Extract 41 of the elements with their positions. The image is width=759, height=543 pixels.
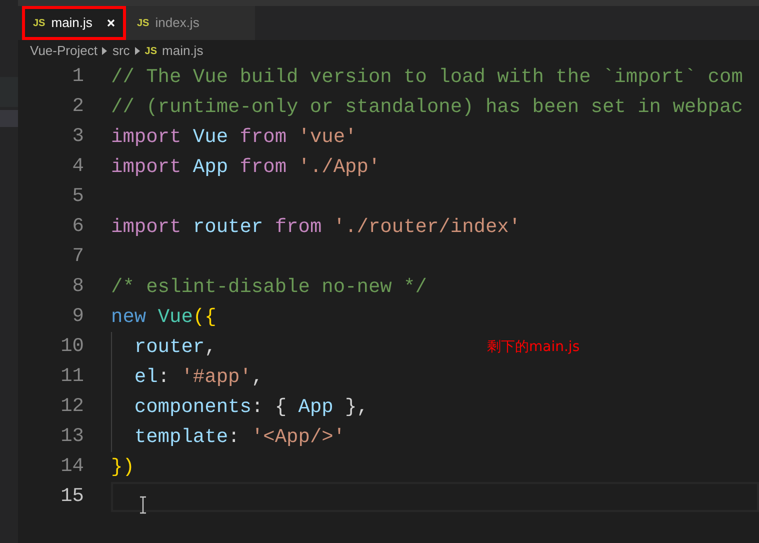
editor-tab[interactable]: JS index.js (126, 6, 255, 40)
line-number: 7 (71, 244, 84, 270)
code-line: }) (111, 455, 136, 480)
line-number: 10 (60, 334, 84, 360)
code-line: el: '#app', (111, 362, 759, 392)
close-icon[interactable] (107, 19, 115, 27)
line-number: 1 (71, 64, 84, 90)
tab-label: index.js (155, 14, 200, 32)
code-line: new Vue({ (111, 305, 218, 330)
code-line: components: { App }, (111, 392, 759, 422)
line-number: 15 (60, 484, 84, 510)
code-line: // The Vue build version to load with the `import` com (111, 65, 744, 90)
line-number: 6 (71, 214, 84, 240)
breadcrumb-item[interactable]: src (112, 41, 130, 61)
code-line: import Vue from 'vue' (111, 125, 358, 150)
js-file-icon: JS (137, 16, 150, 30)
line-number: 12 (60, 394, 84, 420)
line-number: 11 (60, 364, 84, 390)
line-number: 5 (71, 184, 84, 210)
code-line: import App from './App' (111, 155, 382, 180)
line-number: 9 (71, 304, 84, 330)
breadcrumb-item[interactable]: main.js (162, 41, 204, 61)
code-line: /* eslint-disable no-new */ (111, 275, 428, 300)
js-file-icon: JS (144, 44, 158, 58)
line-number: 4 (71, 154, 84, 180)
annotation-note: 剩下的main.js (487, 338, 580, 357)
chevron-icon (134, 47, 140, 55)
line-number: 8 (71, 274, 84, 300)
code-line: template: '<App/>' (111, 422, 759, 452)
text-cursor-icon (139, 496, 147, 514)
line-number: 3 (71, 124, 84, 150)
line-number: 14 (60, 454, 84, 480)
line-number: 13 (60, 424, 84, 450)
code-line: import router from './router/index' (111, 215, 522, 240)
line-number: 2 (71, 94, 84, 120)
tab-label: main.js (51, 14, 94, 32)
chevron-icon (102, 47, 108, 55)
code-line: // (runtime-only or standalone) has been set in webpac (111, 95, 744, 120)
breadcrumb-item[interactable]: Vue-Project (30, 41, 98, 61)
js-file-icon: JS (33, 16, 46, 30)
editor-tab[interactable]: JS main.js (22, 6, 126, 40)
